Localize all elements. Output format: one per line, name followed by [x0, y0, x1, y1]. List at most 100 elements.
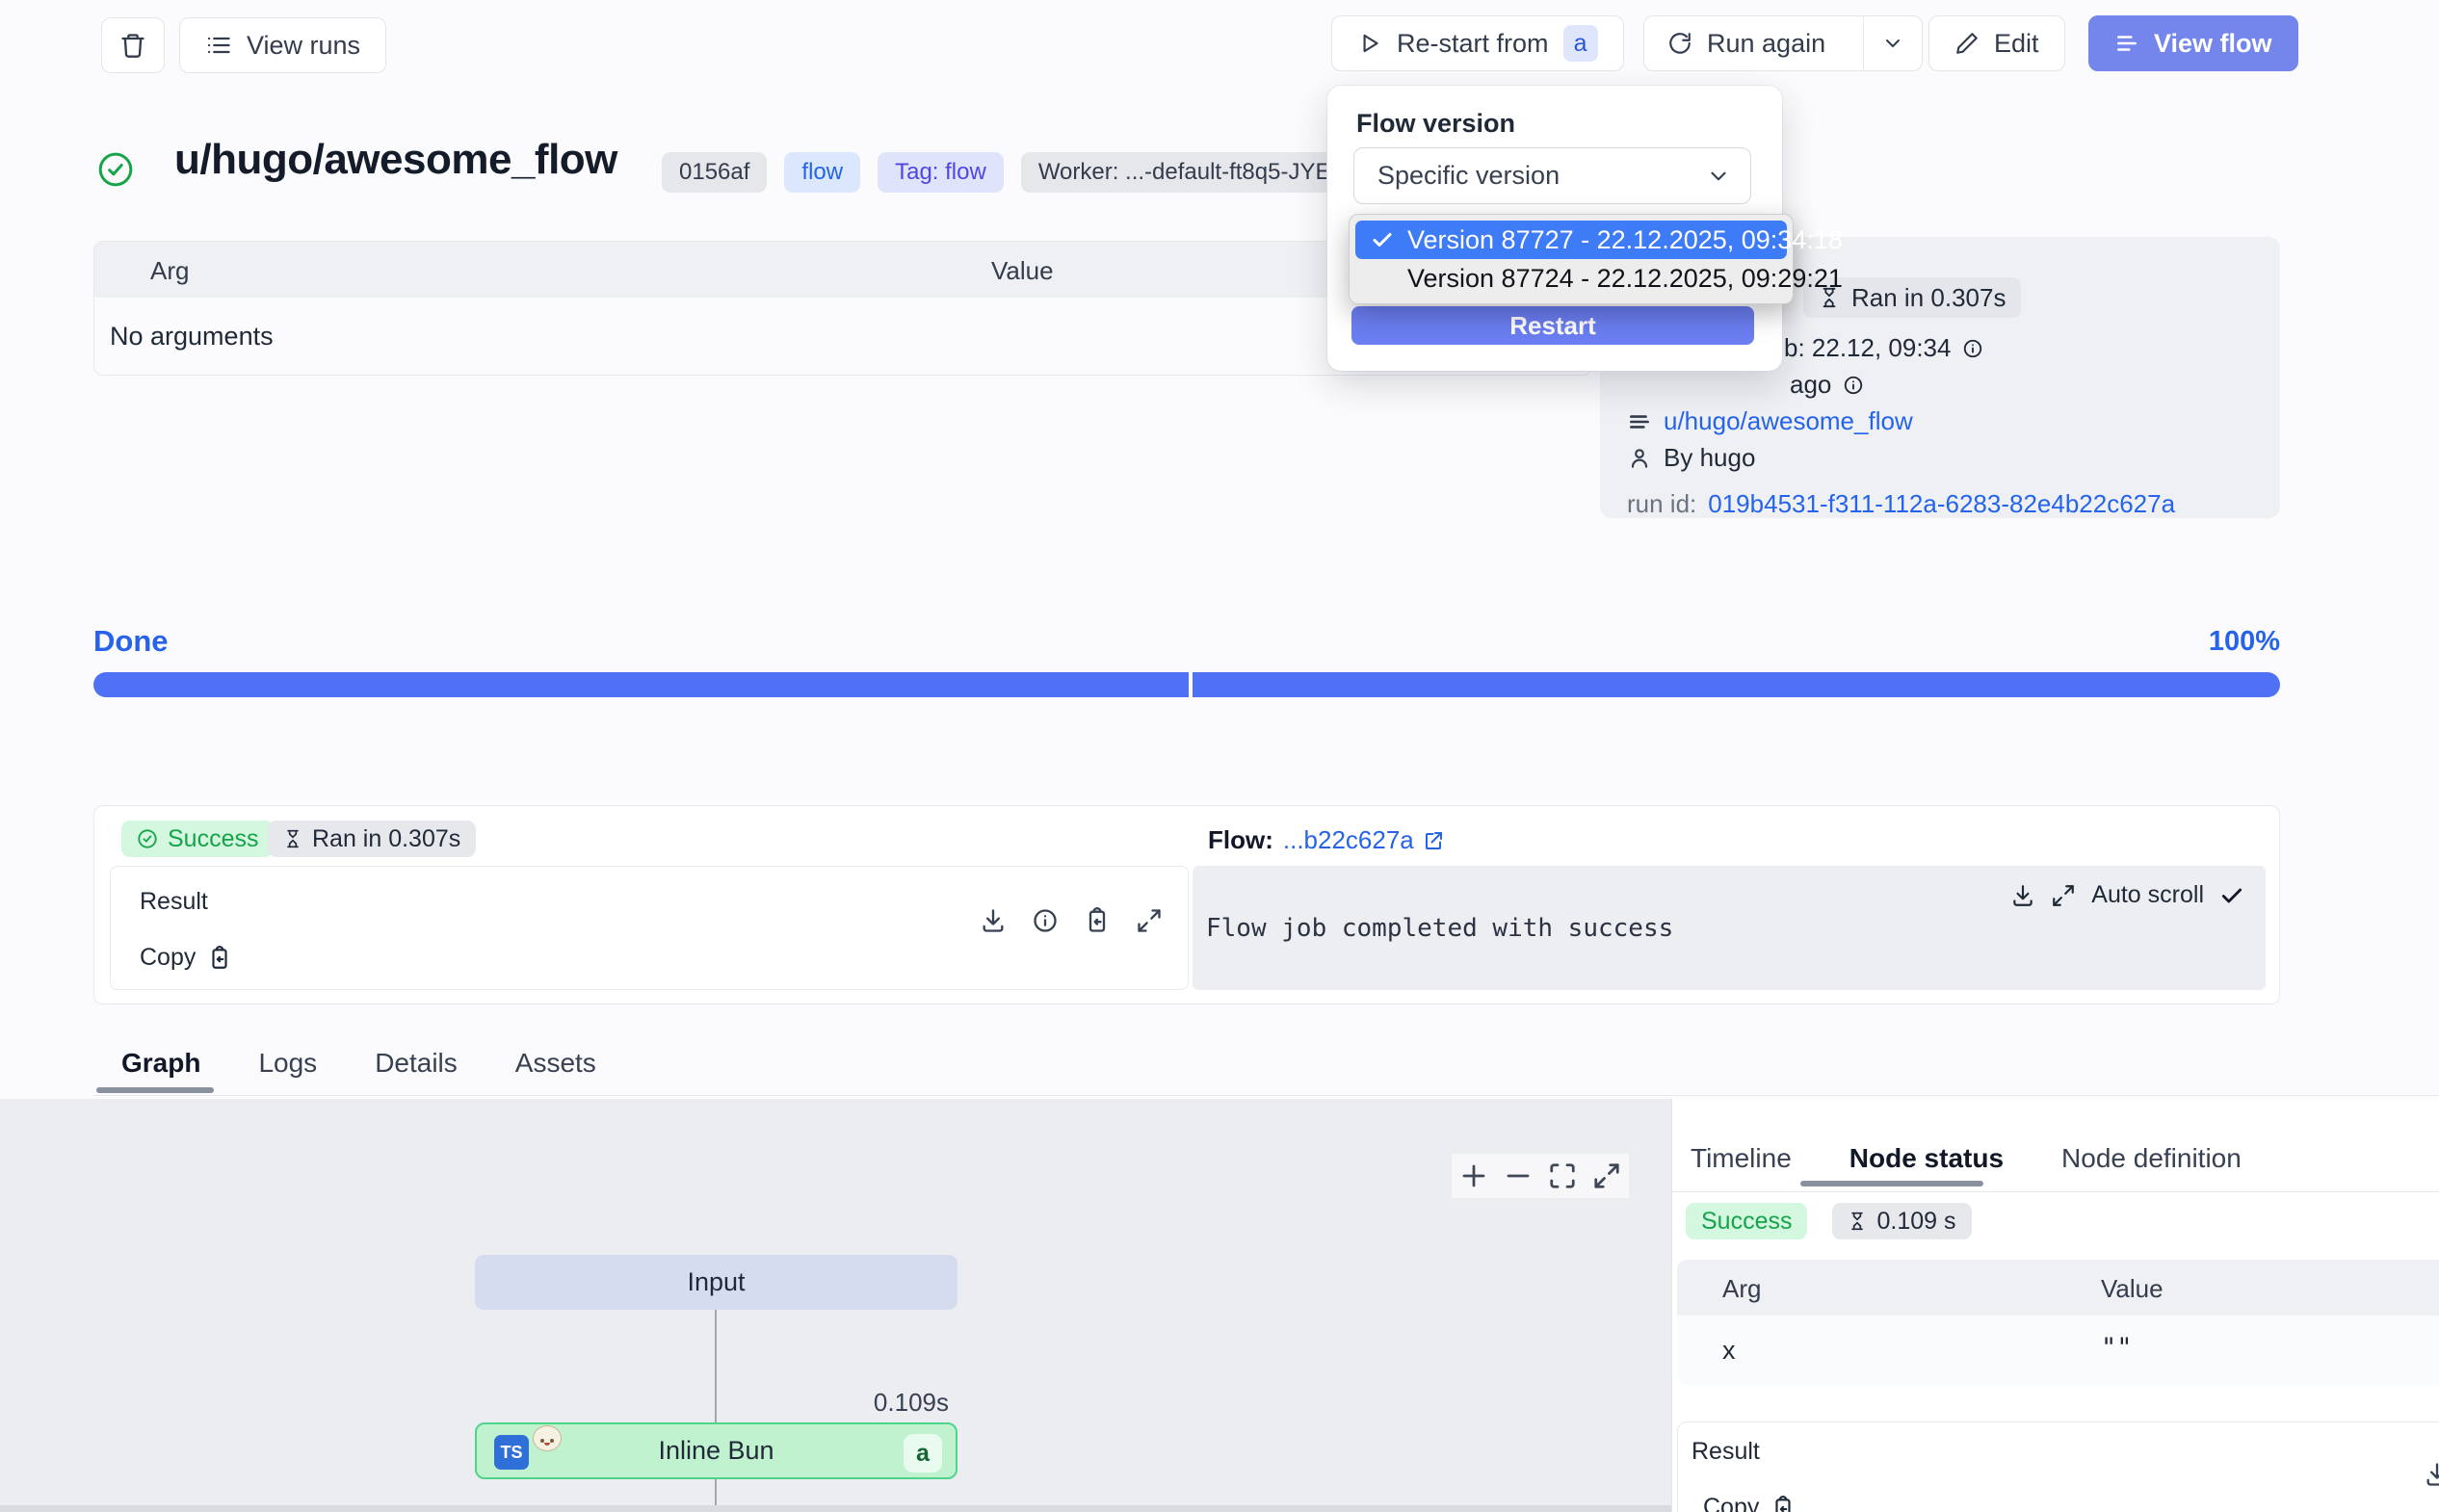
ts-icon-text: TS — [500, 1443, 522, 1463]
view-flow-button[interactable]: View flow — [2088, 15, 2298, 71]
copy-result-button[interactable]: Copy — [140, 944, 232, 972]
tabs-divider — [1672, 1191, 2439, 1192]
list-icon — [205, 32, 232, 59]
download-icon[interactable] — [2424, 1461, 2439, 1488]
restart-from-node-badge: a — [1563, 25, 1598, 62]
view-runs-label: View runs — [247, 31, 360, 61]
run-id-line: run id: 019b4531-f311-112a-6283-82e4b22c… — [1627, 489, 2175, 519]
node-duration-text: 0.109 s — [1876, 1208, 1955, 1236]
hourglass-icon — [1848, 1212, 1867, 1231]
restart-from-button[interactable]: Re-start from a — [1331, 15, 1624, 71]
check-icon — [1371, 228, 1394, 251]
graph-bottom-strip — [0, 1505, 1671, 1512]
node-args-header: Arg Value — [1677, 1260, 2439, 1316]
active-tab-underline — [1800, 1181, 1983, 1186]
view-runs-button[interactable]: View runs — [179, 17, 386, 73]
zoom-in-icon[interactable] — [1459, 1161, 1488, 1190]
graph-toolbar — [1452, 1154, 1629, 1198]
clipboard-icon — [1770, 1496, 1796, 1512]
menu-lines-icon — [2114, 31, 2139, 56]
refresh-icon — [1667, 31, 1692, 56]
download-icon[interactable] — [2010, 883, 2035, 908]
zoom-out-icon[interactable] — [1504, 1161, 1533, 1190]
page-title: u/hugo/awesome_flow — [174, 136, 617, 184]
tab-logs[interactable]: Logs — [258, 1048, 317, 1079]
flow-graph-canvas[interactable]: Input 0.109s TS Inline Bun a — [0, 1099, 1671, 1512]
started-text: b: 22.12, 09:34 — [1784, 333, 1951, 363]
flow-path-link[interactable]: u/hugo/awesome_flow — [1664, 406, 1913, 436]
flow-lines-icon — [1627, 409, 1652, 434]
version-select[interactable]: Specific version — [1353, 147, 1751, 204]
progress-percent: 100% — [2209, 626, 2280, 658]
check-icon[interactable] — [2219, 883, 2244, 908]
run-id-link[interactable]: 019b4531-f311-112a-6283-82e4b22c627a — [1708, 489, 2175, 519]
tab-assets[interactable]: Assets — [515, 1048, 596, 1079]
log-box: Auto scroll Flow job completed with succ… — [1193, 866, 2266, 990]
tab-node-definition[interactable]: Node definition — [2061, 1143, 2242, 1174]
run-id-label: run id: — [1627, 489, 1696, 519]
node-detail-tabs: Timeline Node status Node definition — [1691, 1143, 2242, 1174]
node-success-badge: Success — [1686, 1203, 1807, 1239]
version-option[interactable]: Version 87724 - 22.12.2025, 09:29:21 — [1355, 259, 1787, 298]
arg-column-header: Arg — [150, 256, 189, 286]
play-icon — [1357, 31, 1382, 56]
download-icon[interactable] — [980, 907, 1007, 934]
node-detail-panel: Timeline Node status Node definition Suc… — [1671, 1099, 2439, 1512]
bun-icon — [533, 1425, 562, 1451]
duration-badge: Ran in 0.307s — [268, 821, 476, 857]
tab-graph[interactable]: Graph — [121, 1048, 200, 1079]
expand-icon[interactable] — [1136, 907, 1163, 934]
view-flow-label: View flow — [2154, 29, 2272, 59]
flow-id-link[interactable]: ...b22c627a — [1283, 825, 1445, 855]
flow-id-text: ...b22c627a — [1283, 825, 1414, 855]
fit-view-icon[interactable] — [1548, 1161, 1577, 1190]
result-actions — [980, 907, 1163, 934]
node-duration-label: 0.109s — [828, 1388, 949, 1418]
edit-button[interactable]: Edit — [1928, 15, 2065, 71]
ran-in-text: Ran in 0.307s — [1851, 283, 2006, 313]
run-again-dropdown-button[interactable] — [1863, 16, 1922, 70]
graph-node-input[interactable]: Input — [475, 1255, 957, 1310]
flow-label: Flow: — [1208, 825, 1273, 855]
expand-icon[interactable] — [2051, 883, 2076, 908]
value-column-header: Value — [991, 256, 1054, 286]
auto-scroll-label[interactable]: Auto scroll — [2091, 881, 2204, 909]
progress-status-label: Done — [93, 624, 169, 659]
run-again-button[interactable]: Run again — [1644, 16, 1849, 70]
run-again-label: Run again — [1707, 29, 1825, 59]
hourglass-icon — [283, 829, 302, 848]
arg-name: x — [1722, 1336, 1736, 1366]
tab-timeline[interactable]: Timeline — [1691, 1143, 1792, 1174]
info-icon[interactable] — [1962, 338, 1983, 359]
clipboard-icon[interactable] — [1084, 907, 1111, 934]
graph-node-inline-bun[interactable]: TS Inline Bun a — [475, 1422, 957, 1479]
version-option-list: Version 87727 - 22.12.2025, 09:34:18 Ver… — [1349, 214, 1794, 304]
flow-link-line: Flow: ...b22c627a — [1208, 825, 1445, 855]
external-link-icon — [1422, 829, 1445, 852]
version-option-selected[interactable]: Version 87727 - 22.12.2025, 09:34:18 — [1355, 221, 1787, 259]
arg-column-header: Arg — [1722, 1274, 1761, 1304]
copy-result-button[interactable]: Copy — [1703, 1494, 1796, 1512]
flow-version-label: Flow version — [1356, 109, 1515, 139]
fullscreen-icon[interactable] — [1592, 1161, 1621, 1190]
delete-run-button[interactable] — [101, 17, 165, 73]
info-icon[interactable] — [1032, 907, 1059, 934]
input-node-label: Input — [687, 1267, 745, 1297]
started-line: b: 22.12, 09:34 — [1784, 333, 1983, 363]
result-panel: Result Copy — [110, 866, 1189, 990]
graph-edge — [715, 1310, 717, 1422]
restart-from-label: Re-start from — [1397, 29, 1549, 59]
worker-badge: Worker: ...-default-ft8q5-JYEd9 — [1021, 152, 1374, 193]
by-line: By hugo — [1627, 443, 1755, 473]
tab-details[interactable]: Details — [375, 1048, 458, 1079]
arg-value: "" — [2101, 1333, 2133, 1363]
commit-badge: 0156af — [662, 152, 767, 193]
run-again-split-button: Run again — [1643, 15, 1923, 71]
user-icon — [1627, 446, 1652, 471]
value-column-header: Value — [2101, 1274, 2164, 1304]
result-label: Result — [1692, 1438, 1760, 1466]
log-actions: Auto scroll — [2010, 881, 2244, 909]
tab-node-status[interactable]: Node status — [1849, 1143, 2004, 1174]
restart-button[interactable]: Restart — [1351, 306, 1754, 345]
info-icon[interactable] — [1843, 375, 1864, 396]
